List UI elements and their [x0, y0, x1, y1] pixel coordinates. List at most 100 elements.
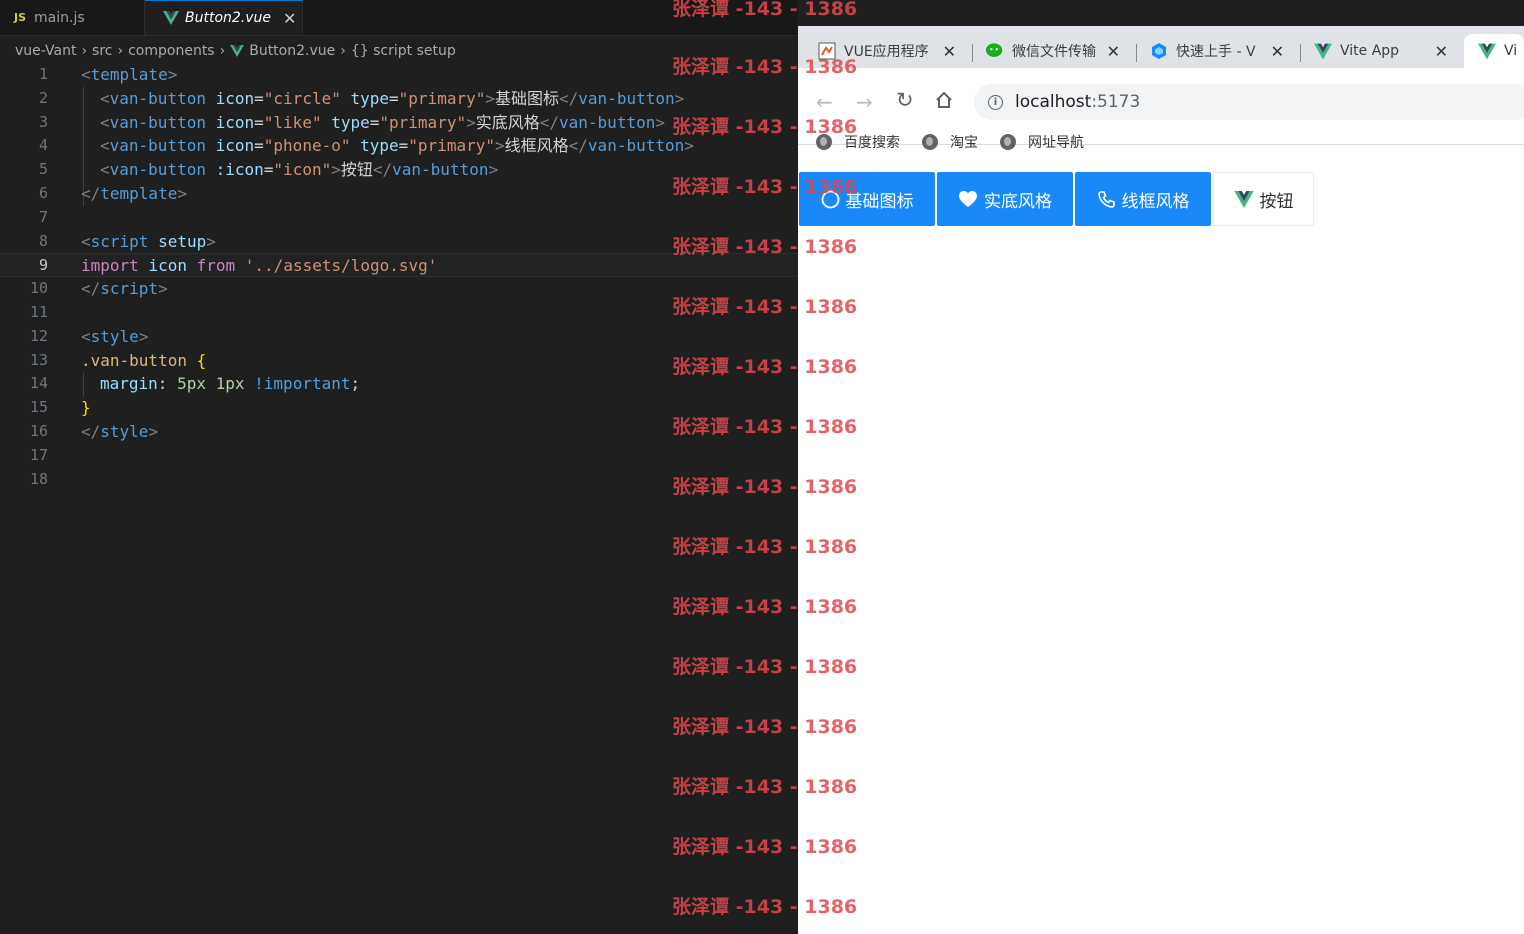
close-icon[interactable]: ✕: [943, 42, 956, 61]
code-text: <van-button icon="circle" type="primary"…: [100, 88, 685, 108]
bookmark-label: 淘宝: [950, 135, 978, 151]
bookmark-item[interactable]: 网址导航: [1000, 132, 1084, 152]
watermark-text: 张泽谭 -143 - 1386: [672, 176, 858, 198]
chevron-right-icon: ›: [81, 43, 88, 59]
custom-icon-button[interactable]: 按钮: [1213, 172, 1314, 226]
breadcrumb-item[interactable]: components: [128, 43, 215, 59]
chevron-right-icon: ›: [117, 43, 124, 59]
address-bar[interactable]: i localhost:5173: [974, 84, 1524, 120]
code-line: 2 <van-button icon="circle" type="primary…: [0, 87, 798, 111]
tab-label: 微信文件传输: [1012, 44, 1096, 60]
code-text: margin: 5px 1px !important;: [100, 374, 361, 394]
breadcrumb-item[interactable]: vue-Vant: [15, 43, 76, 59]
heart-icon: [958, 190, 978, 208]
wechat-icon: [986, 42, 1004, 60]
tab-label: Vite App: [1340, 43, 1400, 59]
watermark-text: 张泽谭 -143 - 1386: [672, 296, 858, 318]
home-icon[interactable]: [934, 90, 954, 115]
vue-logo-icon: [1233, 190, 1254, 208]
forward-arrow-icon[interactable]: →: [856, 90, 873, 114]
line-number: 6: [38, 183, 48, 202]
globe-icon: [922, 134, 938, 150]
line-number: 2: [38, 88, 48, 107]
watermark-text: 张泽谭 -143 - 1386: [672, 0, 858, 20]
line-number: 12: [29, 326, 48, 345]
code-text: }: [81, 398, 91, 418]
watermark-text: 张泽谭 -143 - 1386: [672, 716, 858, 738]
solid-style-button[interactable]: 实底风格: [937, 172, 1073, 226]
watermark-text: 张泽谭 -143 - 1386: [672, 476, 858, 498]
browser-tab[interactable]: 快速上手 - V ✕: [1150, 34, 1292, 68]
vue-logo-icon: [1314, 42, 1332, 60]
bookmark-label: 网址导航: [1028, 135, 1084, 151]
site-info-icon[interactable]: i: [988, 94, 1003, 110]
page-content: 基础图标 实底风格 线框风格 按钮: [798, 172, 1524, 934]
watermark-text: 张泽谭 -143 - 1386: [672, 416, 858, 438]
code-text: </template>: [81, 183, 187, 203]
button-label: 线框风格: [1121, 191, 1190, 212]
line-number: 13: [29, 350, 48, 369]
close-icon[interactable]: ✕: [1435, 42, 1448, 61]
js-file-icon: JS: [14, 11, 27, 24]
line-number: 15: [29, 398, 48, 417]
tab-label: main.js: [34, 9, 85, 26]
line-number: 5: [38, 160, 48, 179]
url-port: :5173: [1091, 92, 1141, 112]
bookmark-item[interactable]: 淘宝: [922, 132, 978, 152]
tab-main-js[interactable]: JS main.js: [0, 0, 145, 35]
close-icon[interactable]: ✕: [1107, 42, 1120, 61]
vue-file-icon: [163, 11, 179, 25]
watermark-text: 张泽谭 -143 - 1386: [672, 776, 858, 798]
breadcrumb-item[interactable]: Button2.vue: [249, 43, 335, 59]
close-icon[interactable]: ✕: [283, 9, 296, 28]
code-text: <van-button :icon="icon">按钮</van-button>: [100, 160, 499, 180]
code-text: <style>: [81, 326, 149, 346]
code-text: </style>: [81, 421, 159, 441]
bookmarks-bar: 百度搜索 淘宝 网址导航: [816, 132, 1106, 152]
code-line: 12 <style>: [0, 325, 798, 349]
button-label: 按钮: [1259, 191, 1294, 212]
vue-logo-icon: [1478, 42, 1496, 60]
tab-button2-vue[interactable]: Button2.vue ✕: [145, 0, 303, 35]
line-number: 3: [38, 112, 48, 131]
browser-tab-active[interactable]: Vi: [1464, 34, 1524, 68]
url-text: localhost:5173: [1015, 92, 1140, 112]
tab-label: Button2.vue: [185, 10, 272, 26]
tab-separator: [1300, 44, 1301, 62]
browser-tab[interactable]: 微信文件传输 ✕: [986, 34, 1128, 68]
browser-window: VUE应用程序 ✕ 微信文件传输 ✕ 快速上手 - V ✕ Vite App ✕…: [798, 26, 1524, 934]
code-text: <van-button icon="phone-o" type="primary…: [100, 136, 694, 156]
outline-style-button[interactable]: 线框风格: [1075, 172, 1211, 226]
url-host: localhost: [1015, 92, 1092, 112]
line-number: 16: [29, 421, 48, 440]
watermark-text: 张泽谭 -143 - 1386: [672, 116, 858, 138]
browser-tab-strip: VUE应用程序 ✕ 微信文件传输 ✕ 快速上手 - V ✕ Vite App ✕…: [798, 26, 1524, 68]
code-text: <script setup>: [81, 231, 216, 251]
code-text: <van-button icon="like" type="primary">实…: [100, 112, 665, 132]
tab-label: 快速上手 - V: [1176, 44, 1256, 60]
line-number: 18: [29, 469, 48, 488]
line-number: 9: [38, 256, 48, 275]
phone-icon: [1097, 190, 1116, 209]
breadcrumb-item[interactable]: {} script setup: [351, 43, 456, 59]
watermark-text: 张泽谭 -143 - 1386: [672, 536, 858, 558]
code-text: </script>: [81, 279, 168, 299]
back-arrow-icon[interactable]: ←: [816, 90, 833, 114]
code-text: import icon from '../assets/logo.svg': [81, 256, 438, 276]
reload-icon[interactable]: ↻: [896, 88, 914, 112]
chevron-right-icon: ›: [340, 43, 346, 59]
code-text: .van-button {: [81, 350, 207, 370]
line-number: 14: [29, 374, 48, 393]
browser-tab[interactable]: Vite App ✕: [1314, 34, 1456, 68]
watermark-text: 张泽谭 -143 - 1386: [672, 56, 858, 78]
breadcrumb-item[interactable]: src: [92, 43, 112, 59]
line-number: 10: [29, 279, 48, 298]
watermark-text: 张泽谭 -143 - 1386: [672, 896, 858, 918]
close-icon[interactable]: ✕: [1271, 42, 1284, 61]
chevron-right-icon: ›: [219, 43, 226, 59]
tab-separator: [1136, 44, 1137, 62]
line-number: 7: [38, 207, 48, 226]
watermark-text: 张泽谭 -143 - 1386: [672, 236, 858, 258]
line-number: 17: [29, 445, 48, 464]
code-line: 7: [0, 206, 798, 230]
